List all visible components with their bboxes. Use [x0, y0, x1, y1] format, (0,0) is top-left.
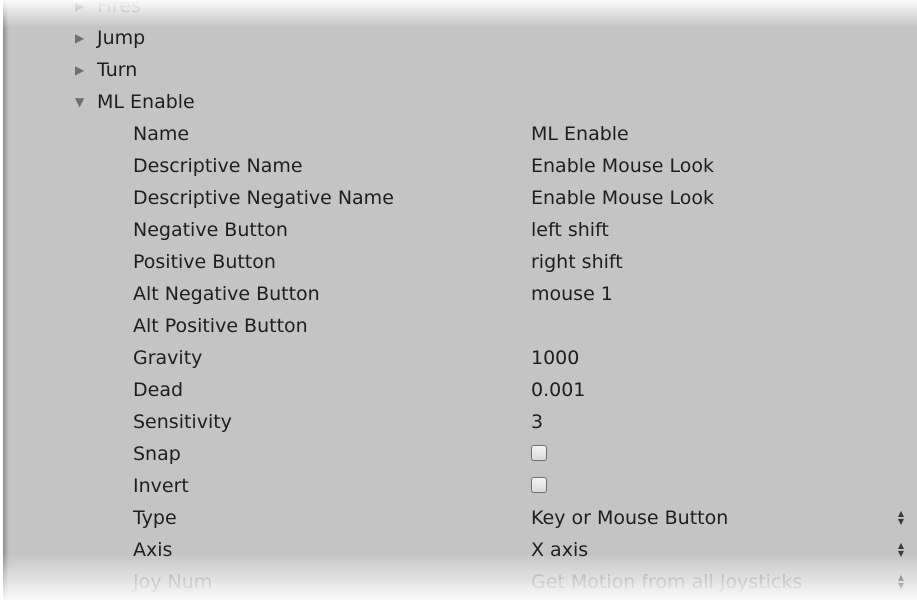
- property-label: Alt Positive Button: [133, 315, 308, 337]
- up-down-arrows-icon: ▲ ▼: [897, 573, 905, 590]
- property-label: Name: [133, 123, 190, 145]
- alt-negative-button-field[interactable]: mouse 1: [531, 278, 891, 310]
- property-row-negative-button: Negative Button left shift: [9, 214, 917, 246]
- property-row-axis: Axis X axis ▲ ▼: [9, 534, 917, 566]
- foldout-ml-enable[interactable]: ▼ ML Enable: [75, 86, 195, 118]
- foldout-label: ML Enable: [97, 91, 195, 113]
- property-label: Positive Button: [133, 251, 276, 273]
- joy-num-dropdown[interactable]: Get Motion from all Joysticks ▲ ▼: [531, 566, 904, 598]
- type-dropdown[interactable]: Key or Mouse Button ▲ ▼: [531, 502, 904, 534]
- property-label: Negative Button: [133, 219, 288, 241]
- descriptive-name-field[interactable]: Enable Mouse Look: [531, 150, 891, 182]
- property-label: Alt Negative Button: [133, 283, 320, 305]
- property-label: Gravity: [133, 347, 203, 369]
- foldout-turn[interactable]: ▶ Turn: [75, 54, 137, 86]
- triangle-down-icon: ▼: [75, 95, 85, 109]
- property-label: Sensitivity: [133, 411, 232, 433]
- property-row-joy-num: Joy Num Get Motion from all Joysticks ▲ ▼: [9, 566, 917, 598]
- property-row-name: Name ML Enable: [9, 118, 917, 150]
- sensitivity-field[interactable]: 3: [531, 406, 891, 438]
- property-row-type: Type Key or Mouse Button ▲ ▼: [9, 502, 917, 534]
- up-down-arrows-icon: ▲ ▼: [897, 541, 905, 558]
- property-row-positive-button: Positive Button right shift: [9, 246, 917, 278]
- positive-button-field[interactable]: right shift: [531, 246, 891, 278]
- foldout-jump[interactable]: ▶ Jump: [75, 22, 145, 54]
- foldout-label: Turn: [97, 59, 138, 81]
- invert-checkbox[interactable]: [531, 476, 547, 493]
- property-row-descriptive-negative-name: Descriptive Negative Name Enable Mouse L…: [9, 182, 917, 214]
- up-down-arrows-icon: ▲ ▼: [897, 509, 905, 526]
- property-row-descriptive-name: Descriptive Name Enable Mouse Look: [9, 150, 917, 182]
- foldout-label: Fires: [97, 0, 141, 17]
- triangle-right-icon: ▶: [75, 0, 85, 13]
- property-label: Axis: [133, 539, 173, 561]
- axis-dropdown-value: X axis: [531, 539, 589, 561]
- axis-dropdown[interactable]: X axis ▲ ▼: [531, 534, 904, 566]
- property-label: Snap: [133, 443, 181, 465]
- property-label: Type: [133, 507, 177, 529]
- snap-value: [531, 438, 891, 470]
- property-row-snap: Snap: [9, 438, 917, 470]
- input-manager-panel: ▶ Fires ▶ Jump ▶ Turn ▼ ML Enable Name ML En…: [9, 0, 917, 600]
- property-row-dead: Dead 0.001: [9, 374, 917, 406]
- name-field[interactable]: ML Enable: [531, 118, 891, 150]
- snap-checkbox[interactable]: [531, 444, 547, 461]
- foldout-label: Jump: [97, 27, 146, 49]
- triangle-right-icon: ▶: [75, 31, 85, 45]
- property-label: Dead: [133, 379, 184, 401]
- property-label: Joy Num: [133, 571, 213, 593]
- negative-button-field[interactable]: left shift: [531, 214, 891, 246]
- property-row-invert: Invert: [9, 470, 917, 502]
- property-row-gravity: Gravity 1000: [9, 342, 917, 374]
- descriptive-negative-name-field[interactable]: Enable Mouse Look: [531, 182, 891, 214]
- property-row-alt-negative-button: Alt Negative Button mouse 1: [9, 278, 917, 310]
- inspector-window: ▶ Fires ▶ Jump ▶ Turn ▼ ML Enable Name ML En…: [0, 0, 917, 600]
- property-row-alt-positive-button: Alt Positive Button: [9, 310, 917, 342]
- property-label: Descriptive Name: [133, 155, 303, 177]
- invert-value: [531, 470, 891, 502]
- property-label: Invert: [133, 475, 189, 497]
- foldout-fires[interactable]: ▶ Fires: [75, 0, 141, 22]
- gravity-field[interactable]: 1000: [531, 342, 891, 374]
- joy-num-dropdown-value: Get Motion from all Joysticks: [531, 571, 803, 593]
- window-border: [0, 0, 9, 600]
- type-dropdown-value: Key or Mouse Button: [531, 507, 729, 529]
- property-row-sensitivity: Sensitivity 3: [9, 406, 917, 438]
- triangle-right-icon: ▶: [75, 63, 85, 77]
- dead-field[interactable]: 0.001: [531, 374, 891, 406]
- property-label: Descriptive Negative Name: [133, 187, 394, 209]
